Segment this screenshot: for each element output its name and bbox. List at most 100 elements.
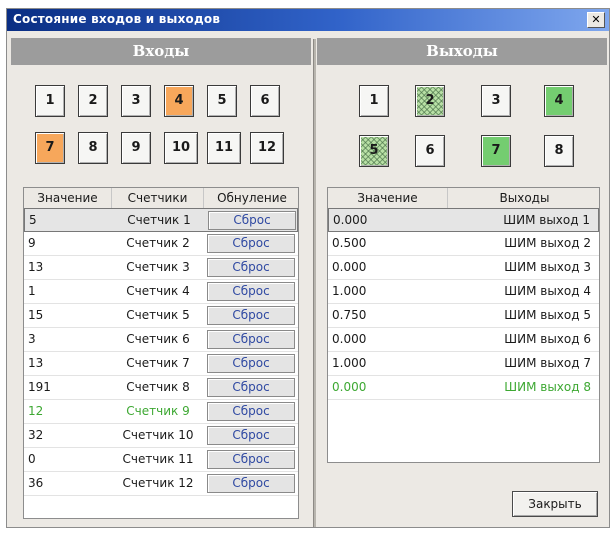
reset-button[interactable]: Сброс [207, 354, 295, 373]
panel-divider [313, 39, 316, 527]
output-value: 0.750 [332, 308, 367, 322]
input-10-button[interactable]: 10 [164, 132, 198, 164]
reset-button[interactable]: Сброс [207, 282, 295, 301]
counter-name: Счетчик 7 [126, 356, 190, 370]
counter-name: Счетчик 9 [126, 404, 190, 418]
outputs-table: Значение Выходы 0.000 ШИМ выход 1 0.500 ШИМ… [327, 187, 600, 463]
input-5-button[interactable]: 5 [207, 85, 237, 117]
column-header-value[interactable]: Значение [328, 188, 448, 208]
table-row[interactable]: 13 Счетчик 7 Сброс [24, 352, 298, 376]
close-button[interactable]: Закрыть [512, 491, 598, 517]
table-row[interactable]: 32 Счетчик 10 Сброс [24, 424, 298, 448]
output-5-button[interactable]: 5 [359, 135, 389, 167]
column-header-counters[interactable]: Счетчики [112, 188, 204, 208]
output-7-button[interactable]: 7 [481, 135, 511, 167]
output-name: ШИМ выход 8 [504, 380, 591, 394]
input-7-button[interactable]: 7 [35, 132, 65, 164]
table-row[interactable]: 1.000 ШИМ выход 7 [328, 352, 599, 376]
column-header-reset[interactable]: Обнуление [204, 188, 298, 208]
counter-name: Счетчик 6 [126, 332, 190, 346]
table-row[interactable]: 15 Счетчик 5 Сброс [24, 304, 298, 328]
inputs-table-header: Значение Счетчики Обнуление [24, 188, 298, 209]
output-value: 0.000 [332, 332, 367, 346]
table-row[interactable]: 1 Счетчик 4 Сброс [24, 280, 298, 304]
counter-name: Счетчик 8 [126, 380, 190, 394]
reset-button[interactable]: Сброс [207, 402, 295, 421]
counter-name: Счетчик 2 [126, 236, 190, 250]
reset-button[interactable]: Сброс [208, 211, 296, 230]
output-name: ШИМ выход 4 [504, 284, 591, 298]
counter-value: 13 [28, 260, 44, 274]
counter-value: 1 [28, 284, 36, 298]
output-6-button[interactable]: 6 [415, 135, 445, 167]
column-header-value[interactable]: Значение [24, 188, 112, 208]
output-value: 1.000 [332, 284, 367, 298]
output-2-button[interactable]: 2 [415, 85, 445, 117]
input-9-button[interactable]: 9 [121, 132, 151, 164]
counter-name: Счетчик 5 [126, 308, 190, 322]
output-value: 0.000 [332, 260, 367, 274]
counter-name: Счетчик 3 [126, 260, 190, 274]
counter-value: 15 [28, 308, 44, 322]
reset-button[interactable]: Сброс [207, 234, 295, 253]
table-row[interactable]: 5 Счетчик 1 Сброс [24, 208, 298, 232]
table-row[interactable]: 9 Счетчик 2 Сброс [24, 232, 298, 256]
title-bar[interactable]: Состояние входов и выходов ✕ [7, 9, 609, 31]
table-row[interactable]: 0.750 ШИМ выход 5 [328, 304, 599, 328]
output-3-button[interactable]: 3 [481, 85, 511, 117]
output-8-button[interactable]: 8 [544, 135, 574, 167]
input-4-button[interactable]: 4 [164, 85, 194, 117]
counter-name: Счетчик 10 [122, 428, 194, 442]
reset-button[interactable]: Сброс [207, 330, 295, 349]
dialog-window: Состояние входов и выходов ✕ Входы Выход… [6, 8, 610, 528]
counter-value: 3 [28, 332, 36, 346]
counter-value: 12 [28, 404, 44, 418]
counter-name: Счетчик 4 [126, 284, 190, 298]
table-row[interactable]: 0.000 ШИМ выход 8 [328, 376, 599, 400]
counter-name: Счетчик 1 [127, 213, 191, 227]
output-name: ШИМ выход 1 [503, 213, 590, 227]
output-value: 0.000 [333, 213, 368, 227]
input-8-button[interactable]: 8 [78, 132, 108, 164]
input-1-button[interactable]: 1 [35, 85, 65, 117]
counter-name: Счетчик 11 [122, 452, 194, 466]
counter-value: 191 [28, 380, 51, 394]
column-header-outputs[interactable]: Выходы [448, 188, 599, 208]
output-value: 0.500 [332, 236, 367, 250]
reset-button[interactable]: Сброс [207, 306, 295, 325]
table-row[interactable]: 12 Счетчик 9 Сброс [24, 400, 298, 424]
reset-button[interactable]: Сброс [207, 426, 295, 445]
input-6-button[interactable]: 6 [250, 85, 280, 117]
output-name: ШИМ выход 6 [504, 332, 591, 346]
table-row[interactable]: 0.000 ШИМ выход 1 [328, 208, 599, 232]
reset-button[interactable]: Сброс [207, 450, 295, 469]
outputs-header: Выходы [317, 38, 607, 65]
reset-button[interactable]: Сброс [207, 258, 295, 277]
reset-button[interactable]: Сброс [207, 378, 295, 397]
counter-value: 0 [28, 452, 36, 466]
inputs-header: Входы [11, 38, 311, 65]
input-11-button[interactable]: 11 [207, 132, 241, 164]
output-4-button[interactable]: 4 [544, 85, 574, 117]
inputs-table: Значение Счетчики Обнуление 5 Счетчик 1 Сб… [23, 187, 299, 519]
output-value: 1.000 [332, 356, 367, 370]
output-1-button[interactable]: 1 [359, 85, 389, 117]
counter-name: Счетчик 12 [122, 476, 194, 490]
table-row[interactable]: 3 Счетчик 6 Сброс [24, 328, 298, 352]
table-row[interactable]: 1.000 ШИМ выход 4 [328, 280, 599, 304]
input-12-button[interactable]: 12 [250, 132, 284, 164]
table-row[interactable]: 0 Счетчик 11 Сброс [24, 448, 298, 472]
output-value: 0.000 [332, 380, 367, 394]
table-row[interactable]: 36 Счетчик 12 Сброс [24, 472, 298, 496]
input-3-button[interactable]: 3 [121, 85, 151, 117]
input-2-button[interactable]: 2 [78, 85, 108, 117]
table-row[interactable]: 13 Счетчик 3 Сброс [24, 256, 298, 280]
table-row[interactable]: 0.500 ШИМ выход 2 [328, 232, 599, 256]
reset-button[interactable]: Сброс [207, 474, 295, 493]
table-row[interactable]: 0.000 ШИМ выход 6 [328, 328, 599, 352]
table-row[interactable]: 0.000 ШИМ выход 3 [328, 256, 599, 280]
output-name: ШИМ выход 7 [504, 356, 591, 370]
close-icon[interactable]: ✕ [587, 12, 605, 28]
counter-value: 32 [28, 428, 44, 442]
table-row[interactable]: 191 Счетчик 8 Сброс [24, 376, 298, 400]
